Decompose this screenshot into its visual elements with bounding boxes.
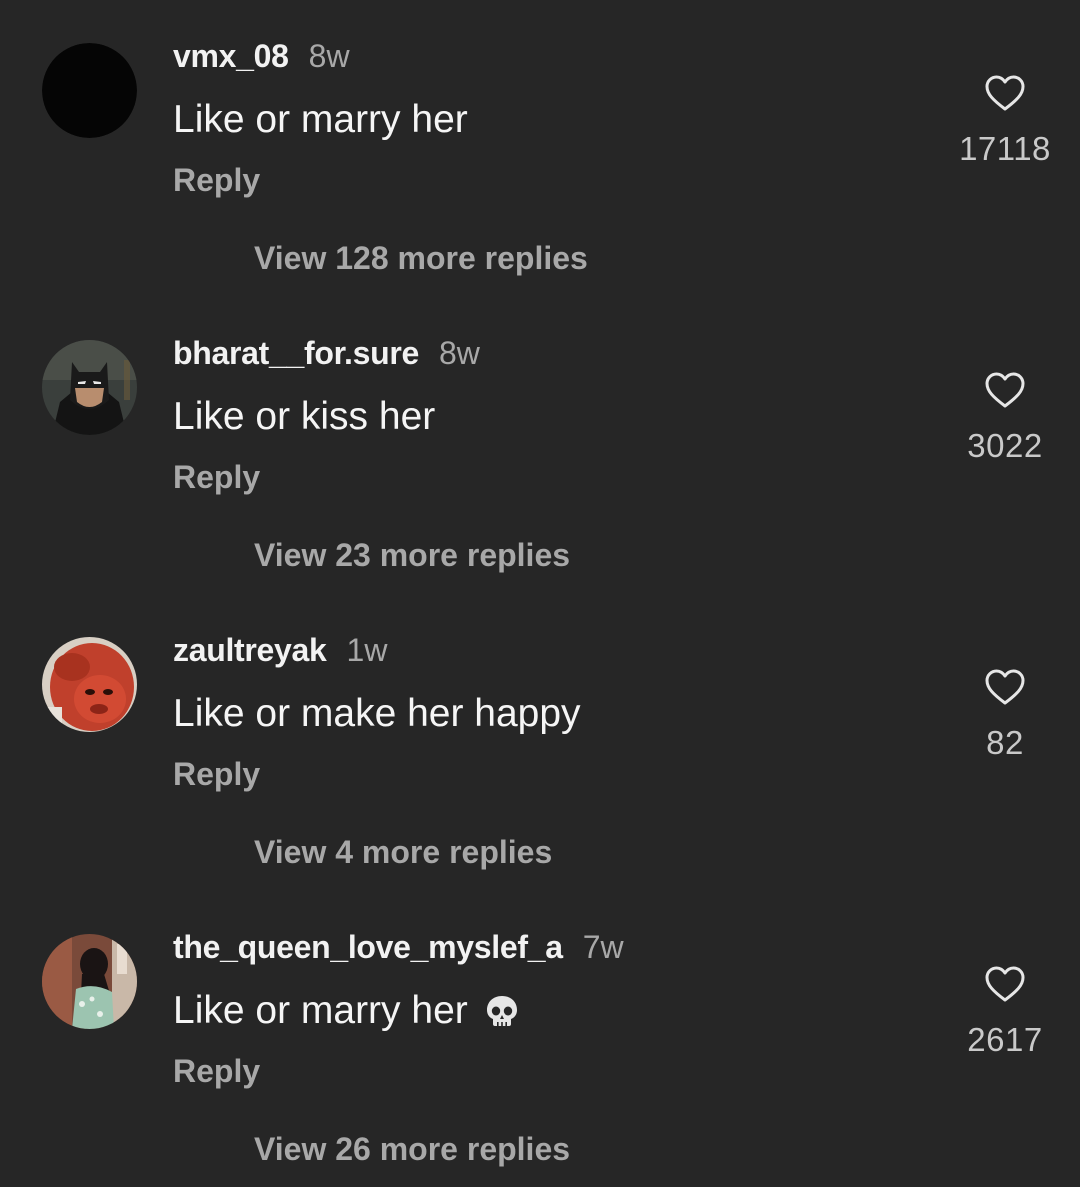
heart-icon: [985, 75, 1025, 111]
timestamp: 1w: [346, 632, 388, 668]
comment-item: the_queen_love_myslef_a 7w Like or marry…: [0, 891, 1080, 1187]
comment-body: Like or make her happy: [173, 692, 581, 735]
comment-item: zaultreyak 1w Like or make her happy Rep…: [0, 594, 1080, 891]
skull-icon: [486, 996, 517, 1026]
view-more-replies-button[interactable]: View 4 more replies: [254, 834, 552, 871]
comment-body: Like or marry her: [173, 989, 468, 1032]
girl-photo-avatar-icon: [42, 934, 137, 1029]
reply-button[interactable]: Reply: [173, 459, 260, 496]
comment-item: bharat__for.sure 8w Like or kiss her Rep…: [0, 297, 1080, 594]
like-button[interactable]: 82: [950, 666, 1060, 762]
comment-text: Like or make her happy: [173, 692, 581, 736]
heart-icon: [985, 372, 1025, 408]
comment-body: Like or marry her: [173, 98, 468, 141]
heart-icon: [985, 669, 1025, 705]
timestamp: 7w: [582, 929, 624, 965]
comment-meta: the_queen_love_myslef_a 7w: [173, 929, 624, 971]
like-count: 17118: [959, 130, 1051, 167]
like-button[interactable]: 3022: [950, 369, 1060, 465]
view-more-replies-button[interactable]: View 26 more replies: [254, 1131, 570, 1168]
like-count: 2617: [967, 1021, 1043, 1058]
username[interactable]: vmx_08: [173, 38, 289, 75]
like-count: 3022: [967, 427, 1043, 464]
like-button[interactable]: 17118: [950, 72, 1060, 168]
reply-button[interactable]: Reply: [173, 1053, 260, 1090]
black-circle-avatar-icon: [42, 43, 137, 138]
timestamp: 8w: [308, 38, 350, 74]
comment-text: Like or kiss her: [173, 395, 435, 439]
monkey-avatar-icon: [42, 637, 137, 732]
avatar[interactable]: [42, 637, 137, 732]
view-more-replies-button[interactable]: View 128 more replies: [254, 240, 588, 277]
comment-text: Like or marry her: [173, 989, 520, 1033]
avatar[interactable]: [42, 340, 137, 435]
like-button[interactable]: 2617: [950, 963, 1060, 1059]
comment-text: Like or marry her: [173, 98, 468, 142]
comments-list: vmx_08 8w Like or marry her Reply View 1…: [0, 0, 1080, 1187]
like-count: 82: [986, 724, 1024, 761]
comment-body: Like or kiss her: [173, 395, 436, 438]
reply-button[interactable]: Reply: [173, 162, 260, 199]
comment-meta: bharat__for.sure 8w: [173, 335, 480, 377]
comment-meta: zaultreyak 1w: [173, 632, 387, 674]
reply-button[interactable]: Reply: [173, 756, 260, 793]
view-more-replies-button[interactable]: View 23 more replies: [254, 537, 570, 574]
timestamp: 8w: [438, 335, 480, 371]
username[interactable]: bharat__for.sure: [173, 335, 419, 372]
comment-meta: vmx_08 8w: [173, 38, 350, 80]
username[interactable]: zaultreyak: [173, 632, 327, 669]
username[interactable]: the_queen_love_myslef_a: [173, 929, 563, 966]
avatar[interactable]: [42, 934, 137, 1029]
avatar[interactable]: [42, 43, 137, 138]
heart-icon: [985, 966, 1025, 1002]
batman-avatar-icon: [42, 340, 137, 435]
comment-item: vmx_08 8w Like or marry her Reply View 1…: [0, 0, 1080, 297]
